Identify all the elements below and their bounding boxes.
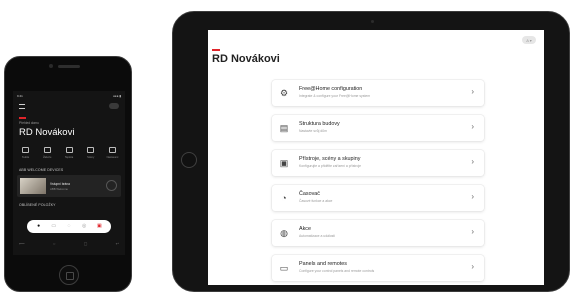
list-item-title: Struktura budovy (299, 121, 340, 127)
section-heading-devices: ABB WELCOME DEVICES (19, 168, 64, 172)
list-item-title: Přístroje, scény a skupiny (299, 156, 361, 162)
list-item-panels-remotes[interactable]: ▭ Panels and remotes Configure your cont… (272, 255, 484, 281)
thermostat-icon (65, 147, 73, 153)
chevron-right-icon: › (471, 262, 474, 271)
device-card[interactable]: Vstupní brána ABB Welcome (17, 175, 121, 197)
quick-action-label: Nastavení (106, 156, 119, 159)
quick-action-label: Světla (21, 156, 30, 159)
home-icon[interactable]: ● (36, 224, 42, 230)
card-subtitle: ABB Welcome (50, 187, 68, 191)
recents-icon[interactable]: ▢ (84, 241, 88, 246)
chevron-right-icon: › (471, 157, 474, 166)
page-title: RD Novákovi (212, 53, 280, 65)
panel-icon: ▭ (279, 262, 289, 273)
blind-icon (43, 147, 51, 153)
list-item-devices-scenes-groups[interactable]: ▣ Přístroje, scény a skupiny Konfigurujt… (272, 150, 484, 176)
gear-icon: ⚙ (279, 87, 289, 98)
alarm-icon[interactable]: ▣ (96, 224, 102, 230)
list-item-subtitle: Časové funkce a akce (299, 199, 333, 203)
home-circle-icon[interactable]: ○ (53, 241, 55, 246)
chevron-right-icon: › (471, 87, 474, 96)
return-icon[interactable]: ↩ (116, 241, 119, 246)
list-item-subtitle: Integrate & configure your Free@Home sys… (299, 94, 371, 98)
speaker-grille (58, 65, 80, 68)
front-camera (371, 20, 374, 23)
quick-actions: Světla Žaluzie Teplota Scény Nastavení (17, 145, 121, 163)
accent-line (212, 49, 220, 51)
devices-icon[interactable]: ▭ (51, 224, 57, 230)
settings-icon[interactable]: ◎ (81, 224, 87, 230)
card-title: Vstupní brána (50, 182, 70, 186)
phone-screen: 9:41 ●●● ▮ Přehled domu RD Novákovi Svět… (13, 91, 125, 255)
quick-action-blinds[interactable]: Žaluzie (39, 145, 56, 163)
page-subtitle: Přehled domu (19, 121, 39, 125)
settings-list: ⚙ Free@Home configuration Integrate & co… (272, 80, 484, 285)
list-item-subtitle: Configure your control panels and remote… (299, 269, 375, 273)
section-heading-favorites: OBLÍBENÉ POLOŽKY (19, 203, 56, 207)
timer-icon: ◔ (281, 192, 287, 203)
home-button[interactable] (181, 152, 197, 168)
list-item-title: Akce (299, 226, 311, 232)
list-item-subtitle: Automatizace a události (299, 234, 335, 238)
gear-icon (109, 147, 116, 153)
card-action-button[interactable] (106, 180, 117, 191)
clock-icon[interactable]: ◌ (66, 224, 72, 230)
menu-icon[interactable] (19, 104, 25, 109)
system-nav: ⟵ ○ ▢ ↩ (19, 241, 119, 246)
list-item-freehome-config[interactable]: ⚙ Free@Home configuration Integrate & co… (272, 80, 484, 106)
quick-action-label: Žaluzie (43, 156, 52, 159)
tablet-device: A ▾ RD Novákovi ⚙ Free@Home configuratio… (172, 11, 570, 292)
quick-action-scenes[interactable]: Scény (82, 145, 99, 163)
list-item-timer[interactable]: ◔ Časovač Časové funkce a akce › (272, 185, 484, 211)
quick-action-settings[interactable]: Nastavení (104, 145, 121, 163)
camera-thumbnail (20, 178, 46, 194)
list-item-subtitle: Nastavte svůj dům (299, 129, 327, 133)
list-item-actions[interactable]: ◍ Akce Automatizace a události › (272, 220, 484, 246)
accent-line (19, 117, 26, 119)
avatar[interactable]: A ▾ (522, 36, 536, 44)
bottom-tab-bar: ● ▭ ◌ ◎ ▣ (27, 220, 111, 233)
scene-icon (87, 147, 95, 153)
back-icon[interactable]: ⟵ (19, 241, 25, 246)
list-item-title: Panels and remotes (299, 261, 347, 267)
devices-icon: ▣ (279, 157, 289, 168)
alarm-icon: ◍ (280, 227, 288, 238)
home-button[interactable] (59, 265, 79, 285)
avatar[interactable] (109, 103, 119, 109)
light-icon (22, 147, 29, 153)
list-item-title: Free@Home configuration (299, 86, 363, 92)
quick-action-label: Scény (87, 156, 95, 159)
building-icon: ▤ (279, 122, 289, 133)
status-indicators: ●●● ▮ (113, 94, 121, 98)
status-time: 9:41 (17, 94, 23, 98)
tablet-screen: A ▾ RD Novákovi ⚙ Free@Home configuratio… (208, 30, 544, 285)
quick-action-lights[interactable]: Světla (17, 145, 34, 163)
chevron-right-icon: › (471, 192, 474, 201)
quick-action-label: Teplota (64, 156, 74, 159)
status-bar: 9:41 ●●● ▮ (17, 94, 121, 100)
list-item-subtitle: Konfigurujte a přidělte zařízení a příst… (299, 164, 362, 168)
phone-device: 9:41 ●●● ▮ Přehled domu RD Novákovi Svět… (4, 56, 132, 292)
chevron-right-icon: › (471, 122, 474, 131)
front-camera (49, 64, 53, 68)
page-title: RD Novákovi (19, 127, 75, 138)
chevron-right-icon: › (471, 227, 474, 236)
quick-action-heating[interactable]: Teplota (61, 145, 78, 163)
list-item-title: Časovač (299, 191, 320, 197)
list-item-building-structure[interactable]: ▤ Struktura budovy Nastavte svůj dům › (272, 115, 484, 141)
